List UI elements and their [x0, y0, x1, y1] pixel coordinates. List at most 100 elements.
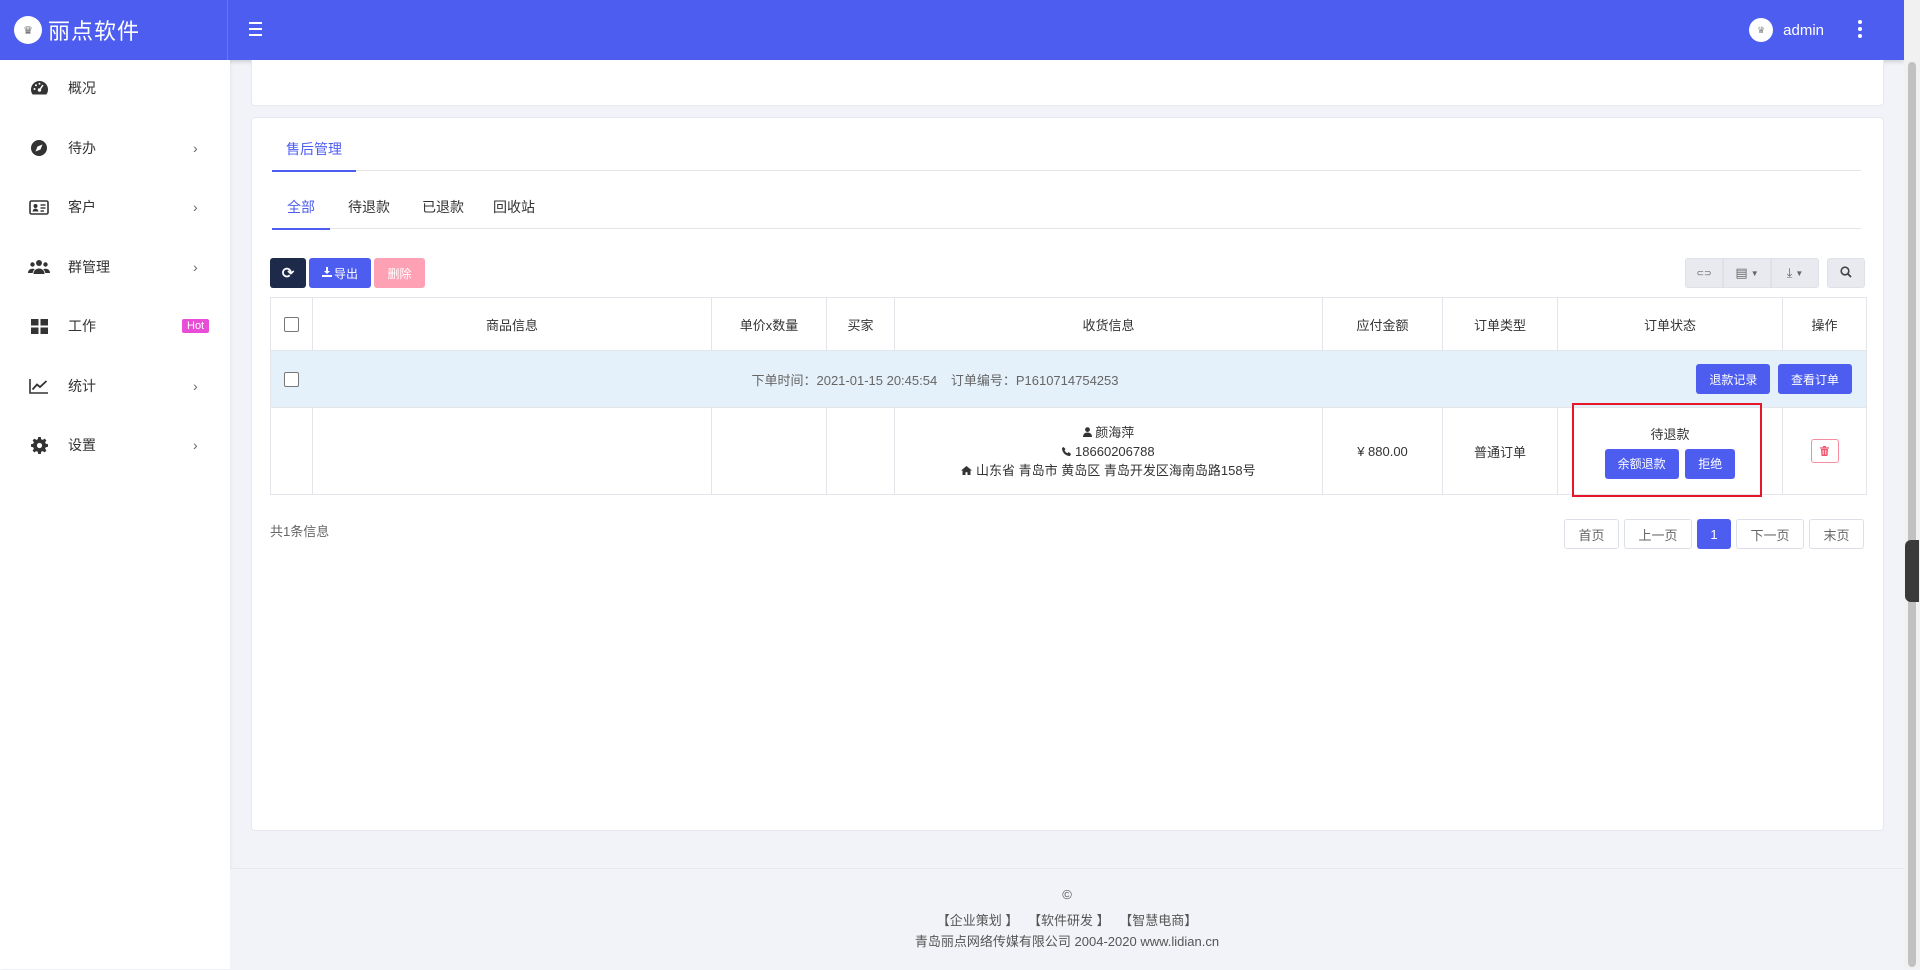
- export-button[interactable]: 导出: [309, 258, 371, 288]
- tab-refunded[interactable]: 已退款: [422, 190, 464, 228]
- tab-all[interactable]: 全部: [272, 190, 330, 230]
- avatar: ♛: [1749, 18, 1774, 42]
- table-cell: [826, 407, 895, 495]
- footer-link-software[interactable]: 【软件研发 】: [1028, 913, 1110, 928]
- caret-down-icon: ▼: [1795, 268, 1804, 278]
- download-icon: [321, 266, 332, 280]
- row-select-cell: [270, 350, 313, 408]
- dashboard-icon: [28, 77, 50, 99]
- total-count: 共1条信息: [270, 524, 330, 539]
- table-tools: ⊂⊃ ▤ ▼ ⤓ ▼: [1685, 258, 1819, 288]
- column-header[interactable]: 买家: [826, 297, 895, 351]
- column-header[interactable]: 操作: [1782, 297, 1867, 351]
- sidebar-item-groups[interactable]: 群管理 ›: [0, 243, 230, 291]
- side-widget[interactable]: [1905, 540, 1919, 602]
- list-icon: ▤: [1735, 265, 1748, 280]
- sidebar-item-label: 群管理: [68, 259, 110, 275]
- footer-link-planning[interactable]: 【企业策划 】: [937, 913, 1019, 928]
- tab-after-sales[interactable]: 售后管理: [272, 132, 356, 172]
- sidebar-item-work[interactable]: 工作 Hot: [0, 302, 230, 350]
- table-header-row: 商品信息 单价x数量 买家 收货信息 应付金额 订单类型 订单状态 操作: [270, 297, 1867, 351]
- sidebar-item-customer[interactable]: 客户 ›: [0, 183, 230, 231]
- toggle-view-button[interactable]: ⊂⊃: [1685, 258, 1723, 288]
- column-header[interactable]: 应付金额: [1322, 297, 1443, 351]
- delete-row-button[interactable]: [1810, 439, 1839, 463]
- chevron-right-icon: ›: [193, 259, 198, 275]
- delete-label: 删除: [387, 266, 412, 281]
- search-button[interactable]: [1827, 258, 1865, 288]
- export-label: 导出: [333, 266, 358, 281]
- user-icon: [1082, 425, 1096, 440]
- company-info: 青岛丽点网络传媒有限公司 2004-2020 www.lidian.cn: [914, 934, 1220, 949]
- row-checkbox[interactable]: [284, 372, 300, 388]
- tab-recycle-bin[interactable]: 回收站: [493, 190, 535, 228]
- export-type-button[interactable]: ⤓ ▼: [1771, 258, 1819, 288]
- footer-link-ecommerce[interactable]: 【智慧电商】: [1119, 913, 1197, 928]
- sidebar-item-settings[interactable]: 设置 ›: [0, 421, 230, 469]
- address-line: 山东省 青岛市 黄岛区 青岛开发区海南岛路158号: [895, 461, 1322, 480]
- prev-page-button[interactable]: 上一页: [1624, 519, 1692, 549]
- order-actions: 退款记录 查看订单: [1557, 350, 1867, 408]
- last-page-button[interactable]: 末页: [1809, 519, 1864, 549]
- sidebar-item-stats[interactable]: 统计 ›: [0, 362, 230, 410]
- order-row: 下单时间：2021-01-15 20:45:54 订单编号：P161071475…: [270, 350, 1867, 408]
- column-header[interactable]: 收货信息: [894, 297, 1323, 351]
- columns-button[interactable]: ▤ ▼: [1723, 258, 1771, 288]
- receiver-phone: 18660206788: [1075, 443, 1155, 459]
- sidebar-item-label: 概况: [68, 80, 96, 96]
- compass-icon: [28, 137, 50, 159]
- order-time: 下单时间：2021-01-15 20:45:54: [751, 372, 938, 388]
- page-number-button[interactable]: 1: [1697, 519, 1731, 549]
- brand[interactable]: ♛ 丽点软件: [0, 0, 228, 60]
- main-tabs: 售后管理: [272, 132, 1861, 172]
- receiver-name: 颜海萍: [1095, 424, 1135, 440]
- footer-links: 【企业策划 】 【软件研发 】 【智慧电商】: [230, 910, 1904, 929]
- users-icon: [28, 256, 50, 278]
- refresh-icon: ⟳: [281, 265, 295, 282]
- user-menu[interactable]: ♛ admin: [1749, 0, 1824, 60]
- column-header[interactable]: 单价x数量: [711, 297, 827, 351]
- delete-button[interactable]: 删除: [374, 258, 425, 288]
- view-order-button[interactable]: 查看订单: [1778, 364, 1852, 394]
- line-chart-icon: [28, 375, 50, 397]
- more-vertical-icon[interactable]: [1858, 20, 1862, 38]
- phone-icon: [1062, 444, 1075, 459]
- download-icon: ⤓: [1786, 265, 1793, 280]
- column-header[interactable]: 订单状态: [1557, 297, 1783, 351]
- grid-icon: [28, 315, 50, 337]
- table-cell: [711, 407, 827, 495]
- receiver-line: 颜海萍: [895, 423, 1322, 442]
- refresh-button[interactable]: ⟳: [270, 258, 306, 288]
- highlight-box: [1572, 403, 1762, 497]
- chevron-right-icon: ›: [193, 140, 198, 156]
- page-scrollbar[interactable]: [1904, 0, 1920, 969]
- select-all-checkbox[interactable]: [284, 317, 299, 333]
- home-icon: [961, 463, 976, 478]
- column-header[interactable]: 订单类型: [1442, 297, 1558, 351]
- trash-icon: [1820, 444, 1829, 459]
- sidebar-item-overview[interactable]: 概况: [0, 64, 230, 112]
- receiver-address: 山东省 青岛市 黄岛区 青岛开发区海南岛路158号: [976, 462, 1256, 478]
- menu-toggle-icon[interactable]: [249, 22, 262, 36]
- hot-badge: Hot: [182, 319, 210, 333]
- action-cell: [1782, 407, 1867, 495]
- sidebar-item-label: 工作: [68, 318, 96, 334]
- brand-name: 丽点软件: [48, 19, 141, 44]
- scrollbar-thumb[interactable]: [1908, 62, 1916, 967]
- sidebar-item-todo[interactable]: 待办 ›: [0, 124, 230, 172]
- chevron-right-icon: ›: [193, 437, 198, 453]
- column-header[interactable]: 商品信息: [312, 297, 712, 351]
- table-cell: [270, 407, 313, 495]
- refund-record-button[interactable]: 退款记录: [1696, 364, 1771, 394]
- chevron-right-icon: ›: [193, 199, 198, 215]
- order-number: 订单编号：P1610714754253: [950, 372, 1119, 388]
- sidebar-item-label: 统计: [68, 378, 96, 394]
- tab-pending-refund[interactable]: 待退款: [348, 190, 390, 228]
- id-card-icon: [28, 196, 50, 218]
- next-page-button[interactable]: 下一页: [1736, 519, 1804, 549]
- shipping-info-cell: 颜海萍 18660206788 山东省 青岛市 黄岛区 青岛开发区海南岛路158…: [894, 407, 1323, 495]
- caret-down-icon: ▼: [1750, 268, 1759, 278]
- chevron-right-icon: ›: [193, 378, 198, 394]
- first-page-button[interactable]: 首页: [1564, 519, 1619, 549]
- order-info: 下单时间：2021-01-15 20:45:54 订单编号：P161071475…: [312, 350, 1558, 408]
